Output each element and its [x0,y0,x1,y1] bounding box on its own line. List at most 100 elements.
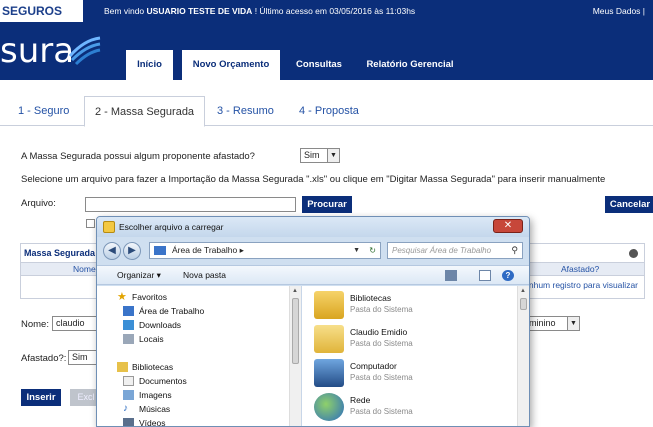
nav-consultas[interactable]: Consultas [289,50,349,80]
filepane-scrollbar[interactable]: ▲ [517,286,529,426]
downloads-icon [123,320,134,330]
nav-videos[interactable]: Vídeos [139,418,165,426]
pictures-icon [123,390,134,400]
refresh-icon[interactable]: ↻ [369,243,376,258]
welcome-prefix: Bem vindo [104,6,147,16]
nav-downloads[interactable]: Downloads [139,320,181,330]
nav-musicas[interactable]: Músicas [139,404,170,414]
chevron-down-icon[interactable]: ▼ [353,243,360,258]
folder-icon [154,246,166,255]
last-access: ! Último acesso em 03/05/2016 às 11:03hs [252,6,416,16]
afastado-question-label: A Massa Segurada possui algum proponente… [21,151,255,162]
address-bar[interactable]: Área de Trabalho ▸ ▼ ↻ [149,242,381,259]
search-placeholder: Pesquisar Área de Trabalho [392,246,492,255]
step-massa-segurada[interactable]: 2 - Massa Segurada [84,96,206,127]
nav-inicio[interactable]: Início [126,50,173,80]
nav-imagens[interactable]: Imagens [139,390,172,400]
brand-label: SEGUROS [0,0,83,22]
file-type: Pasta do Sistema [350,373,413,382]
file-type: Pasta do Sistema [350,339,413,348]
videos-icon [123,418,134,426]
import-instruction: Selecione um arquivo para fazer a Import… [21,174,606,185]
header: sura Início Novo Orçamento Consultas Rel… [0,22,653,80]
file-name: Bibliotecas [350,293,392,303]
file-list-pane: Bibliotecas Pasta do Sistema Claudio Emi… [301,286,529,426]
desktop-icon [123,306,134,316]
panel-title: Massa Segurada [24,248,96,258]
checkbox[interactable] [86,219,95,228]
step-proposta[interactable]: 4 - Proposta [299,96,359,126]
file-item-claudio-emidio[interactable]: Claudio Emidio Pasta do Sistema [302,322,512,356]
search-input[interactable]: Pesquisar Área de Trabalho ⚲ [387,242,523,259]
breadcrumb-arrow-icon: ▸ [237,245,244,255]
inserir-button[interactable]: Inserir [21,389,61,406]
file-chooser-dialog: Escolher arquivo a carregar ✕ ◀ ▶ Área d… [96,216,530,427]
nova-pasta-button[interactable]: Nova pasta [183,266,226,285]
recent-places-icon [123,334,134,344]
scroll-up-icon[interactable]: ▲ [520,288,526,294]
nav-novo-orcamento[interactable]: Novo Orçamento [182,50,280,80]
empty-message: Nenhum registro para visualizar [518,280,638,290]
nav-documentos[interactable]: Documentos [139,376,187,386]
arquivo-label: Arquivo: [21,198,56,209]
address-text: Área de Trabalho [172,245,238,255]
file-type: Pasta do Sistema [350,305,413,314]
afastado-question-select[interactable]: Sim ▼ [300,148,340,163]
dialog-title-bar: Escolher arquivo a carregar ✕ [97,217,529,237]
nome-input[interactable]: claudio [52,316,102,331]
close-icon[interactable]: ✕ [493,219,523,233]
libraries-icon [314,291,344,319]
nav-area-de-trabalho[interactable]: Área de Trabalho [139,306,204,316]
dialog-toolbar: Organizar ▾ Nova pasta ? [97,265,529,285]
libraries-icon [117,362,128,372]
nav-favoritos[interactable]: Favoritos [132,292,167,302]
back-arrow-icon[interactable]: ◀ [103,242,121,260]
search-icon[interactable]: ⚲ [511,243,518,258]
scroll-up-icon[interactable]: ▲ [292,288,298,294]
meus-dados-link[interactable]: Meus Dados | [593,0,645,22]
navigation-pane: ★ Favoritos Área de Trabalho Downloads L… [97,286,301,426]
star-icon: ★ [117,291,127,303]
top-bar: SEGUROS Bem vindo USUARIO TESTE DE VIDA … [0,0,653,22]
nome-label: Nome: [21,319,49,330]
address-row: ◀ ▶ Área de Trabalho ▸ ▼ ↻ Pesquisar Áre… [97,239,529,263]
wizard-steps: 1 - Seguro 2 - Massa Segurada 3 - Resumo… [0,96,653,127]
navpane-scrollbar[interactable]: ▲ [289,286,301,426]
col-nome: Nome [73,264,96,274]
afastado-question-value: Sim [304,150,320,160]
dialog-title: Escolher arquivo a carregar [119,222,224,232]
arquivo-input[interactable] [85,197,296,212]
chevron-down-icon: ▼ [567,317,579,330]
cancelar-button[interactable]: Cancelar [605,196,653,213]
view-options-icon[interactable] [445,270,457,281]
file-name: Computador [350,361,397,371]
file-item-computador[interactable]: Computador Pasta do Sistema [302,356,512,390]
file-name: Claudio Emidio [350,327,408,337]
file-type: Pasta do Sistema [350,407,413,416]
step-resumo[interactable]: 3 - Resumo [217,96,274,126]
preview-pane-icon[interactable] [479,270,491,281]
nav-relatorio-gerencial[interactable]: Relatório Gerencial [360,50,460,80]
app-icon [103,221,115,233]
procurar-button[interactable]: Procurar [302,196,352,213]
scrollbar-thumb[interactable] [292,298,299,364]
scrollbar-thumb[interactable] [520,298,527,310]
file-item-bibliotecas[interactable]: Bibliotecas Pasta do Sistema [302,288,512,322]
user-folder-icon [314,325,344,353]
sura-logo-icon [68,36,101,66]
forward-arrow-icon[interactable]: ▶ [123,242,141,260]
user-name: USUARIO TESTE DE VIDA [146,6,253,16]
chevron-down-icon: ▼ [327,149,339,162]
music-icon: ♪ [123,403,128,414]
organizar-menu[interactable]: Organizar ▾ [117,266,161,285]
help-icon[interactable]: ? [502,270,514,281]
step-seguro[interactable]: 1 - Seguro [18,96,69,126]
nav-bibliotecas[interactable]: Bibliotecas [132,362,173,372]
sura-logo: sura [0,31,75,71]
file-item-rede[interactable]: Rede Pasta do Sistema [302,390,512,424]
afastado-label: Afastado?: [21,353,67,364]
nav-locais[interactable]: Locais [139,334,164,344]
network-icon [314,393,344,421]
gear-icon[interactable] [629,249,638,258]
computer-icon [314,359,344,387]
